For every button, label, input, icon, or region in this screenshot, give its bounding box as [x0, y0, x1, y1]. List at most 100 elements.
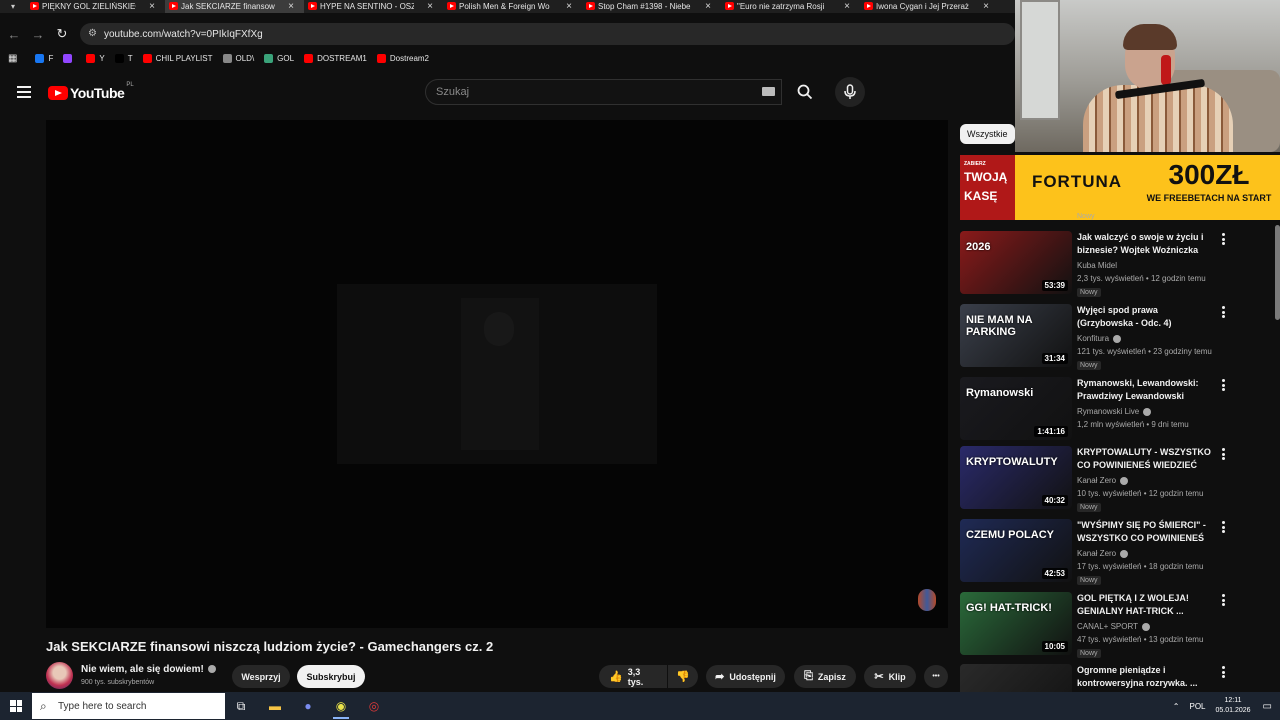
- windows-start-icon[interactable]: [10, 700, 22, 712]
- browser-tab[interactable]: Polish Men & Foreign Wo ×: [443, 0, 582, 13]
- recommended-video[interactable]: Rymanowski 1:41:16 Rymanowski, Lewandowski…: [960, 377, 1280, 443]
- ad-new-badge: Nowy: [1077, 213, 1095, 220]
- recommended-video[interactable]: NIE MAM NA PARKING 31:34 Wyjęci spod prawa…: [960, 304, 1280, 370]
- bookmark-item[interactable]: Dostream2: [376, 53, 429, 63]
- browser-tab[interactable]: Jak SEKCIARZE finansowi ×: [165, 0, 304, 13]
- video-thumbnail[interactable]: 2026 53:39: [960, 231, 1072, 294]
- tab-close-icon[interactable]: ×: [288, 0, 294, 13]
- chip-all[interactable]: Wszystkie: [960, 124, 1015, 144]
- video-title-link[interactable]: KRYPTOWALUTY - WSZYSTKO CO POWINIENEŚ WI…: [1077, 446, 1213, 472]
- recommended-video[interactable]: 2026 53:39 Jak walczyć o swoje w życiu i b…: [960, 231, 1280, 297]
- like-button[interactable]: 👍 3,3 tys.: [599, 665, 667, 688]
- recommended-video[interactable]: KRYPTOWALUTY 40:32 KRYPTOWALUTY - WSZYSTKO…: [960, 446, 1280, 512]
- bookmark-item[interactable]: DOSTREAM1: [304, 53, 367, 63]
- fortuna-ad[interactable]: ZABIERZ TWOJĄ KASĘ FORTUNA 300ZŁ WE FREE…: [960, 155, 1280, 220]
- channel-watermark-icon[interactable]: [918, 589, 936, 611]
- bookmark-item[interactable]: Y: [86, 53, 105, 63]
- recommended-video[interactable]: GG! HAT-TRICK! 10:05 GOL PIĘTKĄ I Z WOLEJA…: [960, 592, 1280, 658]
- discord-icon[interactable]: ●: [297, 695, 319, 717]
- apps-icon[interactable]: ▦: [8, 53, 17, 64]
- bookmark-item[interactable]: OLD\: [222, 53, 254, 63]
- reload-icon[interactable]: ↻: [50, 22, 74, 46]
- bookmark-item[interactable]: T: [114, 53, 133, 63]
- tab-title: Stop Cham #1398 - Niebe: [598, 2, 691, 11]
- channel-name[interactable]: Kuba Midel: [1077, 261, 1117, 270]
- search-input[interactable]: Szukaj: [425, 79, 782, 105]
- youtube-logo[interactable]: YouTube PL: [48, 82, 134, 101]
- channel-avatar[interactable]: [46, 662, 73, 689]
- support-button[interactable]: Wesprzyj: [232, 665, 290, 688]
- keyboard-icon[interactable]: [762, 87, 775, 96]
- bookmark-item[interactable]: F: [35, 53, 53, 63]
- clock[interactable]: 12:11 05.01.2026: [1216, 696, 1251, 716]
- video-title-link[interactable]: Rymanowski, Lewandowski: Prawdziwy Lewan…: [1077, 377, 1213, 403]
- tab-search-icon[interactable]: ▾: [0, 0, 26, 13]
- more-options-icon[interactable]: [1220, 233, 1226, 245]
- tray-chevron-icon[interactable]: ⌃: [1173, 702, 1180, 711]
- video-player[interactable]: [46, 120, 948, 628]
- obs-icon[interactable]: ◎: [363, 695, 385, 717]
- tab-close-icon[interactable]: ×: [149, 0, 155, 13]
- notification-icon[interactable]: ▭: [1263, 701, 1272, 712]
- video-thumbnail[interactable]: KRYPTOWALUTY 40:32: [960, 446, 1072, 509]
- search-button[interactable]: [785, 79, 825, 105]
- channel-name[interactable]: Konfitura: [1077, 334, 1122, 343]
- clip-button[interactable]: ✂ Klip: [864, 665, 916, 688]
- tab-close-icon[interactable]: ×: [844, 0, 850, 13]
- channel-name-link[interactable]: Nie wiem, ale się dowiem!: [81, 664, 216, 675]
- browser-tab[interactable]: PIĘKNY GOL ZIELIŃSKIEGO ×: [26, 0, 165, 13]
- voice-search-button[interactable]: [835, 77, 865, 107]
- dislike-button[interactable]: 👎: [668, 665, 698, 688]
- tab-close-icon[interactable]: ×: [705, 0, 711, 13]
- share-button[interactable]: ➦ Udostępnij: [706, 665, 785, 688]
- bookmark-item[interactable]: [63, 53, 76, 63]
- video-title-link[interactable]: Jak walczyć o swoje w życiu i biznesie? …: [1077, 231, 1213, 257]
- more-options-icon[interactable]: [1220, 306, 1226, 318]
- site-info-icon[interactable]: ⚙: [88, 28, 97, 39]
- subscribe-button[interactable]: Subskrybuj: [297, 665, 365, 688]
- video-thumbnail[interactable]: Rymanowski 1:41:16: [960, 377, 1072, 440]
- ad-brand: FORTUNA: [1020, 165, 1134, 199]
- browser-tab[interactable]: "Euro nie zatrzyma Rosji ×: [721, 0, 860, 13]
- more-options-icon[interactable]: [1220, 448, 1226, 460]
- more-actions-button[interactable]: •••: [924, 665, 948, 688]
- recommended-video[interactable]: CZEMU POLACY 42:53 "WYŚPIMY SIĘ PO ŚMIERCI…: [960, 519, 1280, 585]
- channel-name[interactable]: Kanał Zero: [1077, 476, 1129, 485]
- chrome-icon[interactable]: ◉: [330, 695, 352, 719]
- video-duration: 1:41:16: [1034, 426, 1068, 437]
- menu-icon[interactable]: [17, 86, 31, 98]
- more-options-icon[interactable]: [1220, 666, 1226, 678]
- video-thumbnail[interactable]: CZEMU POLACY 42:53: [960, 519, 1072, 582]
- browser-tab[interactable]: HYPE NA SENTINO - OSZ ×: [304, 0, 443, 13]
- thumbs-down-icon: 👎: [676, 671, 690, 683]
- more-options-icon[interactable]: [1220, 594, 1226, 606]
- bookmark-item[interactable]: CHIL PLAYLIST: [142, 53, 213, 63]
- browser-tab[interactable]: Stop Cham #1398 - Niebe ×: [582, 0, 721, 13]
- bookmark-item[interactable]: GOL: [264, 53, 294, 63]
- language-indicator[interactable]: POL: [1189, 702, 1205, 711]
- video-title-link[interactable]: Wyjęci spod prawa (Grzybowska - Odc. 4): [1077, 304, 1213, 330]
- video-thumbnail[interactable]: GG! HAT-TRICK! 10:05: [960, 592, 1072, 655]
- video-title-link[interactable]: GOL PIĘTKĄ I Z WOLEJA! GENIALNY HAT-TRIC…: [1077, 592, 1213, 618]
- video-title-link[interactable]: "WYŚPIMY SIĘ PO ŚMIERCI" - WSZYSTKO CO P…: [1077, 519, 1213, 545]
- channel-name[interactable]: Rymanowski Live: [1077, 407, 1152, 416]
- channel-name[interactable]: CANAL+ SPORT: [1077, 622, 1150, 631]
- sidebar-scrollbar[interactable]: [1275, 225, 1280, 320]
- more-options-icon[interactable]: [1220, 521, 1226, 533]
- address-bar-row: ← → ↻ ⚙ youtube.com/watch?v=0PIkIqFXfXg: [0, 22, 1015, 46]
- browser-tab[interactable]: Iwona Cygan i Jej Przeraż ×: [860, 0, 999, 13]
- more-options-icon[interactable]: [1220, 379, 1226, 391]
- taskbar-search-input[interactable]: ⌕ Type here to search: [32, 693, 225, 719]
- tab-close-icon[interactable]: ×: [427, 0, 433, 13]
- task-view-icon[interactable]: ⧉: [230, 695, 252, 717]
- tab-close-icon[interactable]: ×: [566, 0, 572, 13]
- tab-close-icon[interactable]: ×: [983, 0, 989, 13]
- address-bar[interactable]: ⚙ youtube.com/watch?v=0PIkIqFXfXg: [80, 23, 1015, 45]
- channel-name[interactable]: Kanał Zero: [1077, 549, 1129, 558]
- back-icon[interactable]: ←: [2, 22, 26, 46]
- forward-icon[interactable]: →: [26, 22, 50, 46]
- file-explorer-icon[interactable]: ▬: [264, 695, 286, 717]
- save-button[interactable]: ⎘ Zapisz: [794, 665, 856, 688]
- video-thumbnail[interactable]: NIE MAM NA PARKING 31:34: [960, 304, 1072, 367]
- video-title-link[interactable]: Ogromne pieniądze i kontrowersyjna rozry…: [1077, 664, 1213, 690]
